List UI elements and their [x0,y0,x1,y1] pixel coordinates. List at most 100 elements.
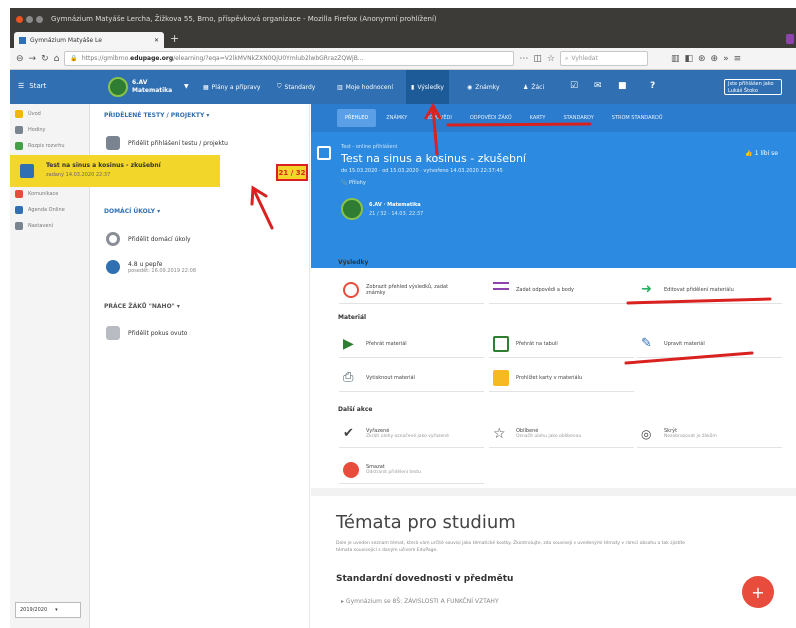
sidebar-item[interactable]: Hodiny [10,122,89,138]
test-icon [20,164,34,178]
search-input[interactable]: ⌕ Vyhledat [559,51,648,66]
section-divider [311,488,796,496]
extension-icon[interactable]: ⊛ [698,54,706,64]
enter-answers-button[interactable]: Zadat odpovědi a body [489,276,634,304]
forward-icon[interactable]: → [29,54,37,64]
class-selector[interactable]: 6.AV Matematika [132,79,172,95]
browse-cards-button[interactable]: Prohlížet karty v materiálu [489,364,634,392]
material-category: Test - online přihlášení [341,144,398,150]
nav-standards[interactable]: ⛉ Standardy [272,70,320,104]
section-assigned-tests[interactable]: PŘIDĚLENÉ TESTY / PROJEKTY ▾ [104,112,209,119]
tab-5[interactable]: STANDARDY [555,109,601,127]
maximize-window-icon[interactable] [36,15,43,23]
selected-test-item[interactable]: Test na sinus a kosinus - zkušební zadan… [10,155,220,187]
close-window-icon[interactable] [16,15,23,23]
tab-4[interactable]: KARTY [522,109,554,127]
show-results-button[interactable]: Zobrazit přehled výsledků, zadat známky [339,276,484,304]
play-on-board-label: Přehrát na tabuli [516,340,558,347]
overflow-icon[interactable]: » [723,54,729,64]
edit-material-button[interactable]: ✎ Upravit materiál [637,330,782,358]
nav-students[interactable]: ♟ Žáci [518,70,549,104]
print-material-label: Vytisknout materiál [366,374,415,381]
browser-tab[interactable]: Gymnázium Matyáše Le ✕ [14,32,164,48]
sidebar-item[interactable]: Nastavení [10,218,89,234]
sidebar-item-label: Agenda Online [28,207,65,213]
sidebar-item-icon [15,142,23,150]
url-bar[interactable]: 🔒 https://gmlbrno. edupage.org/elearning/… [64,51,515,66]
tab-6[interactable]: STROM STANDARDŮ [604,109,671,127]
page-actions-icon[interactable]: ⋯ [519,54,528,64]
url-prefix: https://gmlbrno. [81,55,131,62]
show-results-label: Zobrazit přehled výsledků, zadat známky [366,283,449,296]
sidebar-item-label: Nastavení [28,223,54,229]
like-label: 1 líbí se [754,150,778,157]
close-tab-icon[interactable]: ✕ [154,37,159,44]
tab-2[interactable]: ODPOVĚDI [417,109,460,127]
nav-label: Standardy [284,83,316,91]
play-material-button[interactable]: ▶ Přehrát materiál [339,330,484,358]
bookmark-star-icon[interactable]: ☆ [547,54,555,64]
library-icon[interactable]: ▥ [671,54,680,64]
help-icon[interactable]: ? [650,81,655,91]
window-controls[interactable] [16,15,43,23]
hide-button[interactable]: ✔ Vyřazené Zkrátí úlohy označené jako vyř… [339,420,484,448]
sidebar-item-label: Komunikace [28,191,59,197]
subject-name: Matematika [132,87,173,94]
eye-off-icon: ◎ [641,426,652,441]
class-avatar[interactable] [108,77,128,97]
nav-grades[interactable]: ◉ Známky [462,70,505,104]
add-button[interactable]: + [742,576,774,608]
list-item-assign-test[interactable]: Přidělit přihlášení testu / projektu [100,132,300,154]
tab-0[interactable]: PŘEHLED [337,109,377,127]
skill-item[interactable]: ▸ Gymnázium se 8Š: ZÁVISLOSTI A FUNKČNÍ … [341,598,499,605]
inbox-icon[interactable]: ■ [618,81,627,91]
nav-label: Známky [475,83,500,91]
url-path: /elearning/?eqa=V2lkMVNkZXN0QjU0Ymlub2lw… [173,55,364,62]
sidebar-item-icon [15,110,23,118]
new-tab-icon[interactable]: + [170,32,179,45]
minimize-window-icon[interactable] [26,15,33,23]
tab-1[interactable]: ZNÁMKY [378,109,415,127]
chat-icon[interactable]: ✉ [594,81,602,91]
class-name: 6.AV [132,79,148,86]
sidebar-item[interactable]: Agenda Online [10,202,89,218]
back-icon[interactable]: ⊖ [16,54,24,64]
nav-plans[interactable]: ▦ Plány a přípravy [198,70,265,104]
tab-3[interactable]: ODPOVĚDI ŽÁKŮ [462,109,520,127]
home-icon[interactable]: ⌂ [54,54,60,64]
sidebar-item[interactable]: Úvod [10,106,89,122]
like-button[interactable]: 👍 1 líbí se [745,150,778,157]
reload-icon[interactable]: ↻ [41,54,49,64]
play-on-board-button[interactable]: Přehrát na tabuli [489,330,634,358]
section-material: Materiál [338,314,367,321]
extension-2-icon[interactable]: ⊕ [711,54,719,64]
delete-button[interactable]: Smazat Odstranit přidělení testu [339,456,484,484]
school-year-select[interactable]: 2019/2020 ▾ [15,602,81,618]
attachments-label: Přílohy [348,180,366,186]
chevron-down-icon[interactable]: ▼ [184,83,189,90]
sidebar-item[interactable]: Rozpis rozvrhu [10,138,89,154]
pocket-icon[interactable]: ◫ [533,54,542,64]
sidebar-icon[interactable]: ◧ [684,54,693,64]
material-header: PŘEHLED ZNÁMKY ODPOVĚDI ODPOVĚDI ŽÁKŮ KARTY S… [311,104,796,268]
selected-test-date: zadaný 14.03.2020 22:37 [46,172,111,178]
play-icon: ▶ [343,335,354,352]
edit-assignment-button[interactable]: ➜ Editovat přidělení materiálu [637,276,782,304]
window-titlebar: Gymnázium Matyáše Lercha, Žižkova 55, Br… [10,8,796,30]
favorite-button[interactable]: ☆ Oblíbené Označit úlohu jako oblíbenou [489,420,634,448]
search-icon: ⌕ [564,54,569,62]
user-box[interactable]: Jste přihlášen jako Lukáš Štoko [724,79,782,95]
sidebar-item[interactable]: Komunikace [10,186,89,202]
nav-results[interactable]: ▮ Výsledky [406,70,449,104]
nav-my-ratings[interactable]: ▥ Moje hodnocení [332,70,398,104]
sidebar-item-label: Rozpis rozvrhu [28,143,65,149]
shield-icon: ⛉ [277,83,282,90]
attachments-link[interactable]: 📎 Přílohy [341,180,366,186]
user-line1: Jste přihlášen jako [728,81,774,87]
print-material-button[interactable]: ⎙ Vytisknout materiál [339,364,484,392]
start-button[interactable]: ☰ Start [18,82,46,90]
secret-button[interactable]: ◎ Skrýt Nezobrazovat je žákům [637,420,782,448]
menu-icon[interactable]: ≡ [734,54,742,64]
calendar-check-icon[interactable]: ☑ [570,81,578,91]
class-meta: 21 / 32 · 14.03. 22:37 [369,211,424,217]
